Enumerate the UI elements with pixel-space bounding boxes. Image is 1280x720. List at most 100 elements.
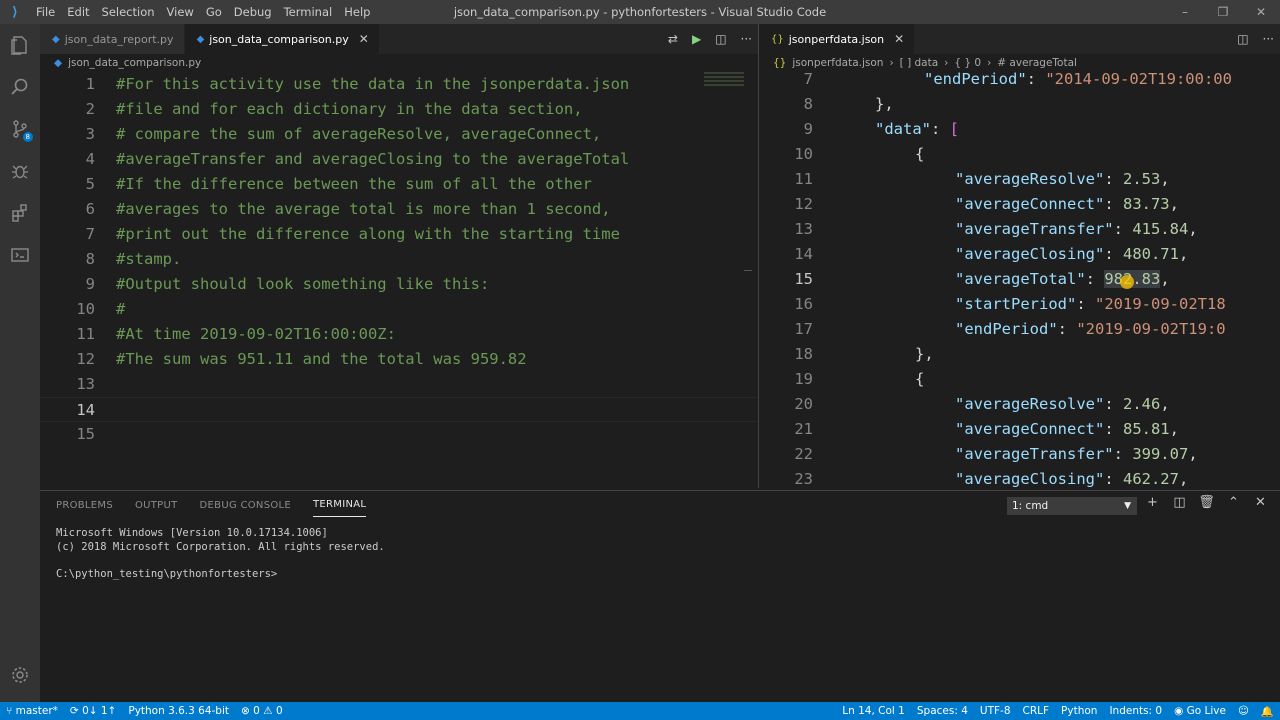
tab-debug-console[interactable]: DEBUG CONSOLE [200, 494, 291, 517]
indents-status[interactable]: Indents: 0 [1103, 705, 1168, 717]
notifications-bell-icon[interactable]: 🔔 [1255, 705, 1280, 718]
broadcast-icon: ◉ [1174, 705, 1187, 717]
breadcrumb-key[interactable]: # averageTotal [997, 57, 1077, 69]
close-window-button[interactable]: ✕ [1242, 0, 1280, 24]
json-value: 399.07 [1132, 445, 1189, 463]
problems-status[interactable]: ⊗ 0 ⚠ 0 [235, 705, 289, 717]
terminal-prompt: C:\python_testing\pythonfortesters> [56, 567, 278, 580]
sync-icon: ⟳ [69, 705, 83, 717]
split-editor-icon[interactable]: ◫ [715, 32, 726, 46]
line-number: 8 [803, 95, 813, 113]
terminal-line: (c) 2018 Microsoft Corporation. All righ… [56, 540, 385, 553]
menu-selection[interactable]: Selection [96, 0, 161, 24]
breadcrumb-separator: › [889, 57, 894, 69]
line-number: 5 [85, 175, 95, 193]
open-changes-icon[interactable]: ⇄ [668, 32, 678, 46]
search-icon[interactable] [0, 66, 40, 108]
maximize-panel-icon[interactable]: ⌃ [1220, 495, 1247, 510]
sync-label: 0↓ 1↑ [82, 705, 117, 717]
code-line: 9 "data": [ [759, 117, 1280, 142]
remote-explorer-icon[interactable] [0, 234, 40, 276]
tab-terminal[interactable]: TERMINAL [313, 493, 367, 517]
indentation-status[interactable]: Spaces: 4 [911, 705, 974, 717]
minimize-button[interactable]: – [1166, 0, 1204, 24]
eol-status[interactable]: CRLF [1017, 705, 1056, 717]
run-file-icon[interactable]: ▶ [692, 32, 701, 46]
line-number: 19 [794, 370, 813, 388]
language-mode[interactable]: Python [1055, 705, 1103, 717]
tab-output[interactable]: OUTPUT [135, 494, 178, 517]
tab-jsonperfdata[interactable]: {} jsonperfdata.json ✕ [759, 24, 916, 54]
maximize-button[interactable]: ❐ [1204, 0, 1242, 24]
tab-json-data-comparison[interactable]: ◆ json_data_comparison.py ✕ [184, 24, 380, 54]
breadcrumb-file[interactable]: json_data_comparison.py [68, 57, 201, 69]
git-branch-icon: ⑂ [6, 705, 16, 717]
json-punct: }, [915, 345, 934, 363]
menu-view[interactable]: View [161, 0, 200, 24]
feedback-icon[interactable]: ☺ [1232, 705, 1255, 717]
tab-json-data-report[interactable]: ◆ json_data_report.py [40, 24, 185, 54]
json-key: "averageConnect" [955, 420, 1105, 438]
branch-status[interactable]: ⑂ master* [0, 705, 64, 717]
line-number: 21 [794, 420, 813, 438]
json-value: 415.84 [1132, 220, 1189, 238]
terminal-selector[interactable]: 1: cmd ▼ [1007, 497, 1137, 515]
debug-icon[interactable] [0, 150, 40, 192]
warning-icon: ⚠ [263, 705, 276, 717]
code-editor-left[interactable]: 1 #For this activity use the data in the … [40, 72, 758, 488]
close-tab-icon[interactable]: ✕ [894, 32, 904, 46]
error-count: 0 [253, 705, 260, 717]
json-value: 85.81 [1122, 420, 1170, 438]
python-interpreter[interactable]: Python 3.6.3 64-bit [122, 705, 235, 717]
json-punct: { [915, 370, 925, 388]
explorer-icon[interactable] [0, 24, 40, 66]
code-text: #At time 2019-09-02T16:00:00Z: [116, 325, 396, 343]
menu-terminal[interactable]: Terminal [278, 0, 339, 24]
code-editor-right[interactable]: 7 "endPeriod": "2014-09-02T19:00:00 8}, 9… [759, 72, 1280, 488]
json-key: "averageClosing" [955, 245, 1105, 263]
source-control-badge: 8 [22, 132, 33, 142]
json-value: "2019-09-02T19:0 [1076, 320, 1226, 338]
code-line: 11 "averageResolve": 2.53, [759, 167, 1280, 192]
line-number: 7 [803, 72, 813, 88]
breadcrumb-separator: › [987, 57, 992, 69]
split-terminal-icon[interactable]: ◫ [1166, 495, 1193, 510]
source-control-icon[interactable]: 8 [0, 108, 40, 150]
split-editor-icon[interactable]: ◫ [1237, 32, 1248, 46]
trash-icon[interactable]: 🗑 [1193, 495, 1220, 510]
python-file-icon: ◆ [196, 33, 205, 45]
more-actions-icon[interactable]: ··· [1263, 32, 1274, 46]
more-actions-icon[interactable]: ··· [741, 32, 752, 46]
close-panel-icon[interactable]: ✕ [1247, 495, 1274, 510]
menu-file[interactable]: File [30, 0, 61, 24]
extensions-icon[interactable] [0, 192, 40, 234]
breadcrumb-file[interactable]: jsonperfdata.json [792, 57, 883, 69]
menu-help[interactable]: Help [338, 0, 376, 24]
menu-edit[interactable]: Edit [61, 0, 95, 24]
line-number: 12 [76, 350, 95, 368]
go-live-button[interactable]: ◉ Go Live [1168, 705, 1232, 717]
new-terminal-icon[interactable]: + [1139, 495, 1166, 510]
settings-gear-icon[interactable] [0, 654, 40, 696]
close-tab-icon[interactable]: ✕ [359, 32, 369, 46]
cursor-position[interactable]: Ln 14, Col 1 [836, 705, 911, 717]
code-text: #If the difference between the sum of al… [116, 175, 592, 193]
menu-go[interactable]: Go [200, 0, 228, 24]
code-line: 10 # [40, 297, 758, 322]
code-line: 21 "averageConnect": 85.81, [759, 417, 1280, 442]
line-number: 15 [76, 425, 95, 443]
scrollbar-marker [744, 270, 752, 271]
tab-problems[interactable]: PROBLEMS [56, 494, 113, 517]
code-text: #Output should look something like this: [116, 275, 490, 293]
menu-debug[interactable]: Debug [228, 0, 278, 24]
terminal-output[interactable]: Microsoft Windows [Version 10.0.17134.10… [56, 527, 385, 581]
json-key: "data" [875, 120, 931, 138]
breadcrumb-data[interactable]: [ ] data [900, 57, 939, 69]
breadcrumb-index[interactable]: { } 0 [954, 57, 981, 69]
json-key: "averageTotal" [955, 270, 1086, 288]
encoding-status[interactable]: UTF-8 [974, 705, 1017, 717]
json-key: "startPeriod" [955, 295, 1077, 313]
sync-status[interactable]: ⟳ 0↓ 1↑ [64, 705, 122, 717]
minimap[interactable] [704, 72, 744, 88]
